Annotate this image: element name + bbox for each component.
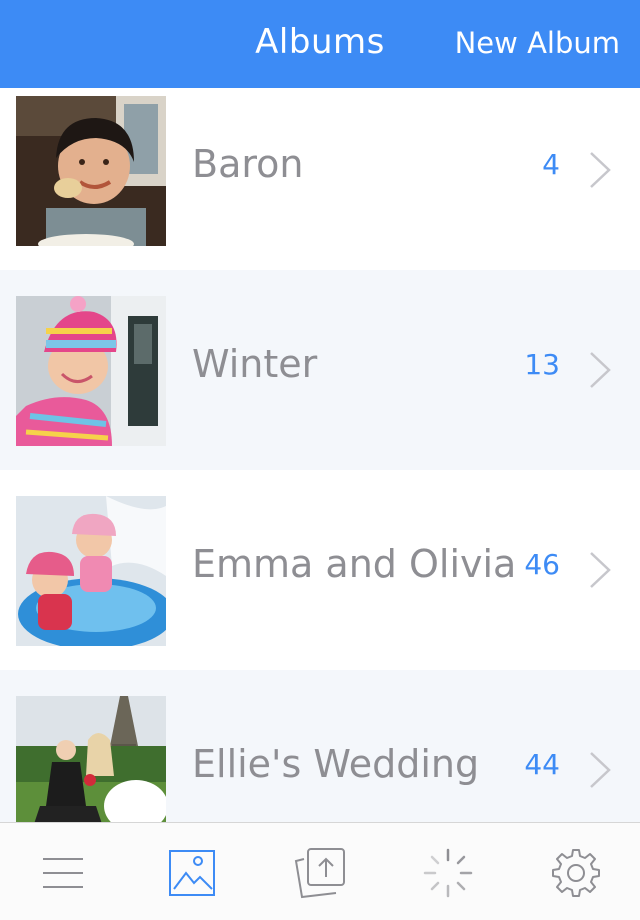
album-row-winter[interactable]: Winter 13 [0, 270, 640, 470]
album-photo-count: 44 [524, 748, 560, 781]
album-row-baron[interactable]: Baron 4 [0, 88, 640, 270]
chevron-right-icon [590, 752, 611, 788]
album-photo-count: 4 [542, 148, 560, 181]
boy-eating-photo [16, 96, 166, 246]
albums-photo-icon[interactable] [166, 847, 218, 899]
tab-bar [0, 822, 640, 920]
menu-icon[interactable] [37, 847, 89, 899]
album-thumbnail [16, 296, 166, 446]
chevron-right-icon [590, 152, 611, 188]
album-name: Emma and Olivia [192, 542, 517, 586]
new-album-button[interactable]: New Album [455, 26, 620, 60]
album-thumbnail [16, 96, 166, 246]
upload-icon[interactable] [294, 847, 346, 899]
navigation-bar: Albums New Album [0, 0, 640, 88]
album-thumbnail [16, 496, 166, 646]
album-row-emma-and-olivia[interactable]: Emma and Olivia 46 [0, 470, 640, 670]
wedding-eiffel-tower-photo [16, 696, 166, 822]
chevron-right-icon [590, 352, 611, 388]
album-thumbnail [16, 696, 166, 822]
album-name: Baron [192, 142, 304, 186]
album-photo-count: 46 [524, 548, 560, 581]
album-name: Winter [192, 342, 318, 386]
girl-winter-hat-photo [16, 296, 166, 446]
chevron-right-icon [590, 552, 611, 588]
activity-spinner-icon[interactable] [422, 847, 474, 899]
album-name: Ellie's Wedding [192, 742, 480, 786]
album-photo-count: 13 [524, 348, 560, 381]
settings-gear-icon[interactable] [550, 847, 602, 899]
girls-pool-photo [16, 496, 166, 646]
albums-screen: Albums New Album Baron 4 Winter 13 Emma … [0, 0, 640, 920]
album-row-ellies-wedding[interactable]: Ellie's Wedding 44 [0, 670, 640, 822]
album-list[interactable]: Baron 4 Winter 13 Emma and Olivia 46 Ell… [0, 88, 640, 822]
